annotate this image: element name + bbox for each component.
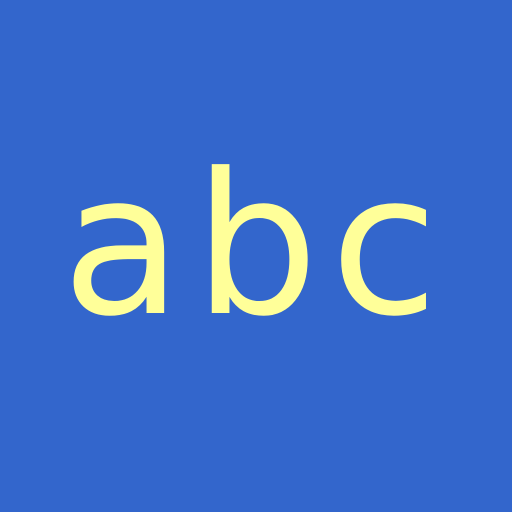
abc-text: abc	[61, 132, 451, 360]
canvas: abc	[0, 0, 512, 512]
